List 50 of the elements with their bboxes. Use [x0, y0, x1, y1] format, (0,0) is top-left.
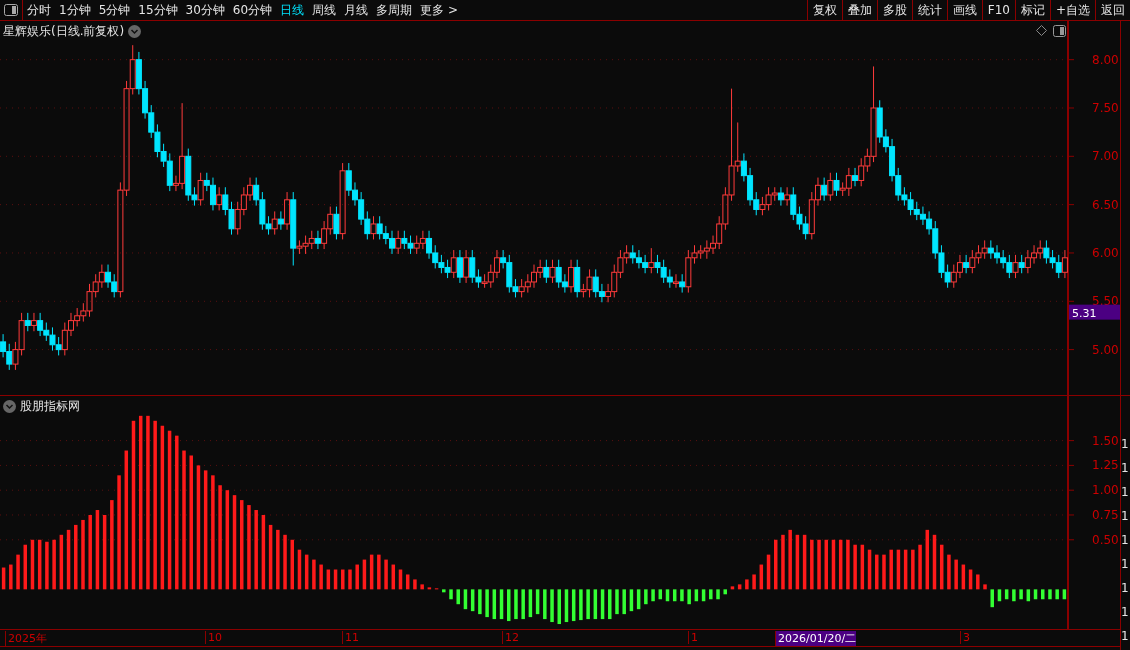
period-tab[interactable]: 周线 [308, 0, 341, 20]
axis-label: 7.00 [1092, 149, 1119, 164]
period-tab[interactable]: 分时 [23, 0, 55, 20]
period-tab[interactable]: 更多 > [416, 0, 462, 20]
toolbar-button[interactable]: 返回 [1095, 0, 1130, 20]
toolbar-button[interactable]: 标记 [1014, 0, 1050, 20]
indicator-title: 股朋指标网 [20, 398, 80, 415]
side-value: 1 [1121, 436, 1130, 452]
time-label: 2025年 [5, 631, 47, 646]
axis-label: 7.50 [1092, 101, 1119, 115]
toolbar-button[interactable]: 复权 [806, 0, 842, 20]
axis-label: 8.00 [1092, 52, 1119, 67]
period-tab[interactable]: 60分钟 [228, 0, 277, 20]
axis-label: 6.50 [1092, 197, 1119, 212]
time-label: 1 [688, 631, 698, 644]
axis-label: 0.75 [1092, 508, 1119, 522]
toolbar-button[interactable]: 叠加 [841, 0, 877, 20]
axis-label: 1.25 [1092, 458, 1119, 473]
side-value: 1 [1121, 484, 1130, 500]
period-tab[interactable]: 多周期 [372, 0, 417, 20]
axis-label: 5.00 [1092, 342, 1119, 357]
time-label: 12 [502, 631, 519, 644]
side-value: 1 [1121, 604, 1130, 620]
side-value: 1 [1121, 460, 1130, 476]
period-tab[interactable]: 30分钟 [181, 0, 229, 20]
side-value: 1 [1121, 628, 1130, 644]
side-value: 1 [1121, 556, 1130, 572]
toolbar-button[interactable]: 统计 [911, 0, 947, 20]
side-value: 1 [1121, 508, 1130, 524]
toolbar-button[interactable]: F10 [981, 0, 1015, 20]
toolbar-button[interactable]: 画线 [946, 0, 982, 20]
period-tab[interactable]: 1分钟 [55, 0, 95, 20]
time-label: 11 [342, 631, 359, 644]
time-label: 10 [205, 631, 222, 644]
period-tab[interactable]: 日线 [276, 0, 309, 20]
toolbar-button[interactable]: +自选 [1049, 0, 1095, 20]
period-tab[interactable]: 月线 [340, 0, 373, 20]
price-tag: 5.31 [1069, 304, 1120, 320]
period-tab[interactable]: 15分钟 [134, 0, 182, 20]
period-tab[interactable]: 5分钟 [94, 0, 135, 20]
chart-title: 星辉娱乐(日线.前复权) [3, 23, 125, 40]
axis-label: 1.00 [1092, 483, 1119, 498]
axis-label: 0.50 [1092, 532, 1119, 547]
axis-label: 1.50 [1092, 433, 1119, 448]
time-label: 3 [960, 631, 970, 644]
axis-label: 6.00 [1092, 245, 1119, 260]
side-value: 1 [1121, 532, 1130, 548]
time-label: 2026/01/20/二 [775, 631, 857, 646]
side-value: 1 [1121, 580, 1130, 596]
toolbar-button[interactable]: 多股 [876, 0, 912, 20]
